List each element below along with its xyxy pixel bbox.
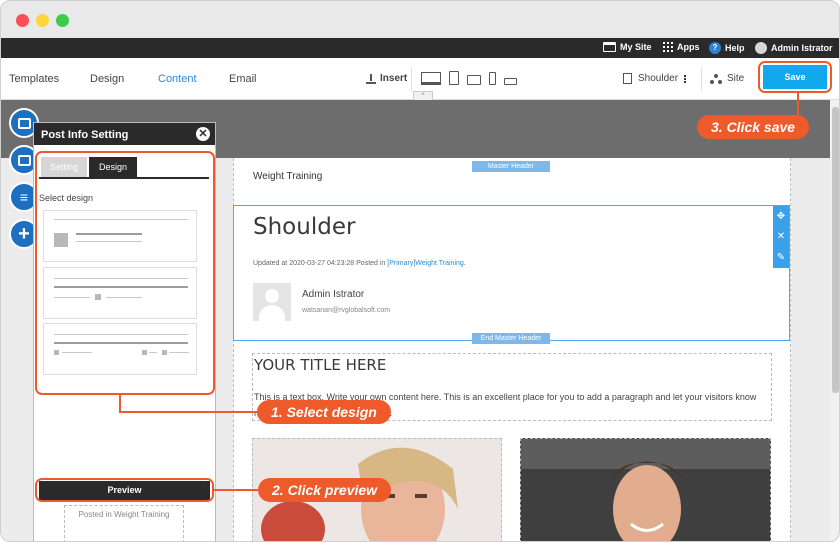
sitemap-icon bbox=[710, 73, 722, 84]
preview-highlight bbox=[35, 478, 214, 502]
category-link[interactable]: [Primary]Weight Training bbox=[387, 260, 464, 267]
tablet-landscape-icon[interactable] bbox=[467, 75, 481, 85]
callout-line bbox=[797, 93, 799, 115]
tab-email[interactable]: Email bbox=[229, 73, 257, 85]
apps-grid-icon bbox=[663, 42, 673, 52]
close-icon[interactable]: ✕ bbox=[777, 231, 785, 242]
close-icon[interactable]: ✕ bbox=[196, 127, 210, 141]
user-menu[interactable]: Admin Istrator bbox=[755, 42, 833, 54]
author-avatar bbox=[253, 283, 291, 321]
insert-icon bbox=[366, 73, 376, 84]
tab-content[interactable]: Content bbox=[158, 73, 197, 85]
end-master-header-label: End Master Header bbox=[472, 333, 550, 344]
insert-button[interactable]: Insert bbox=[366, 73, 407, 84]
app-window: My Site Apps ? Help Admin Istrator Templ… bbox=[0, 0, 840, 542]
step1-callout: 1. Select design bbox=[257, 400, 391, 424]
panel-header: Post Info Setting ✕ bbox=[34, 123, 215, 145]
edit-icon[interactable]: ✎ bbox=[777, 252, 785, 263]
tab-design[interactable]: Design bbox=[90, 73, 124, 85]
page-icon bbox=[623, 73, 632, 84]
divider bbox=[411, 67, 412, 91]
admin-bar: My Site Apps ? Help Admin Istrator bbox=[1, 38, 839, 58]
my-site-link[interactable]: My Site bbox=[603, 42, 652, 52]
browser-icon bbox=[603, 42, 616, 52]
move-icon[interactable]: ✥ bbox=[777, 211, 785, 222]
tablet-portrait-icon[interactable] bbox=[449, 71, 459, 85]
phone-portrait-icon[interactable] bbox=[489, 72, 496, 85]
step2-callout: 2. Click preview bbox=[258, 478, 392, 502]
man-smiling-image bbox=[521, 439, 770, 541]
device-preview-group bbox=[421, 71, 517, 85]
site-title[interactable]: Weight Training bbox=[253, 171, 322, 182]
step3-callout: 3. Click save bbox=[697, 115, 810, 139]
post-meta: Updated at 2020-03-27 04:23:28 Posted in… bbox=[253, 260, 466, 267]
apps-link[interactable]: Apps bbox=[663, 42, 700, 52]
scrollbar-thumb[interactable] bbox=[832, 107, 839, 393]
author-name: Admin Istrator bbox=[302, 289, 365, 300]
phone-landscape-icon[interactable] bbox=[504, 78, 517, 85]
page-selector[interactable]: Shoulder bbox=[623, 73, 687, 84]
text-box-title: YOUR TITLE HERE bbox=[254, 356, 387, 374]
help-link[interactable]: ? Help bbox=[709, 42, 745, 54]
maximize-window-icon[interactable] bbox=[56, 14, 69, 27]
master-header-label: Master Header bbox=[472, 161, 550, 172]
image-right[interactable] bbox=[520, 438, 771, 541]
design-options-highlight bbox=[35, 151, 215, 395]
more-options-icon[interactable] bbox=[684, 74, 687, 83]
window-titlebar bbox=[1, 1, 839, 38]
close-window-icon[interactable] bbox=[16, 14, 29, 27]
posted-in-preview: Posted in Weight Training bbox=[64, 505, 184, 541]
site-menu[interactable]: Site bbox=[710, 73, 744, 84]
tab-templates[interactable]: Templates bbox=[9, 73, 59, 85]
callout-line bbox=[119, 411, 259, 413]
post-title: Shoulder bbox=[253, 214, 356, 240]
author-email: watsanan@rvglobalsoft.com bbox=[302, 307, 391, 314]
divider bbox=[701, 67, 702, 91]
save-highlight bbox=[758, 61, 832, 93]
desktop-view-icon[interactable] bbox=[421, 72, 441, 85]
avatar bbox=[755, 42, 767, 54]
block-toolbar: ✥ ✕ ✎ bbox=[773, 206, 789, 268]
help-icon: ? bbox=[709, 42, 721, 54]
minimize-window-icon[interactable] bbox=[36, 14, 49, 27]
callout-line bbox=[214, 489, 260, 491]
